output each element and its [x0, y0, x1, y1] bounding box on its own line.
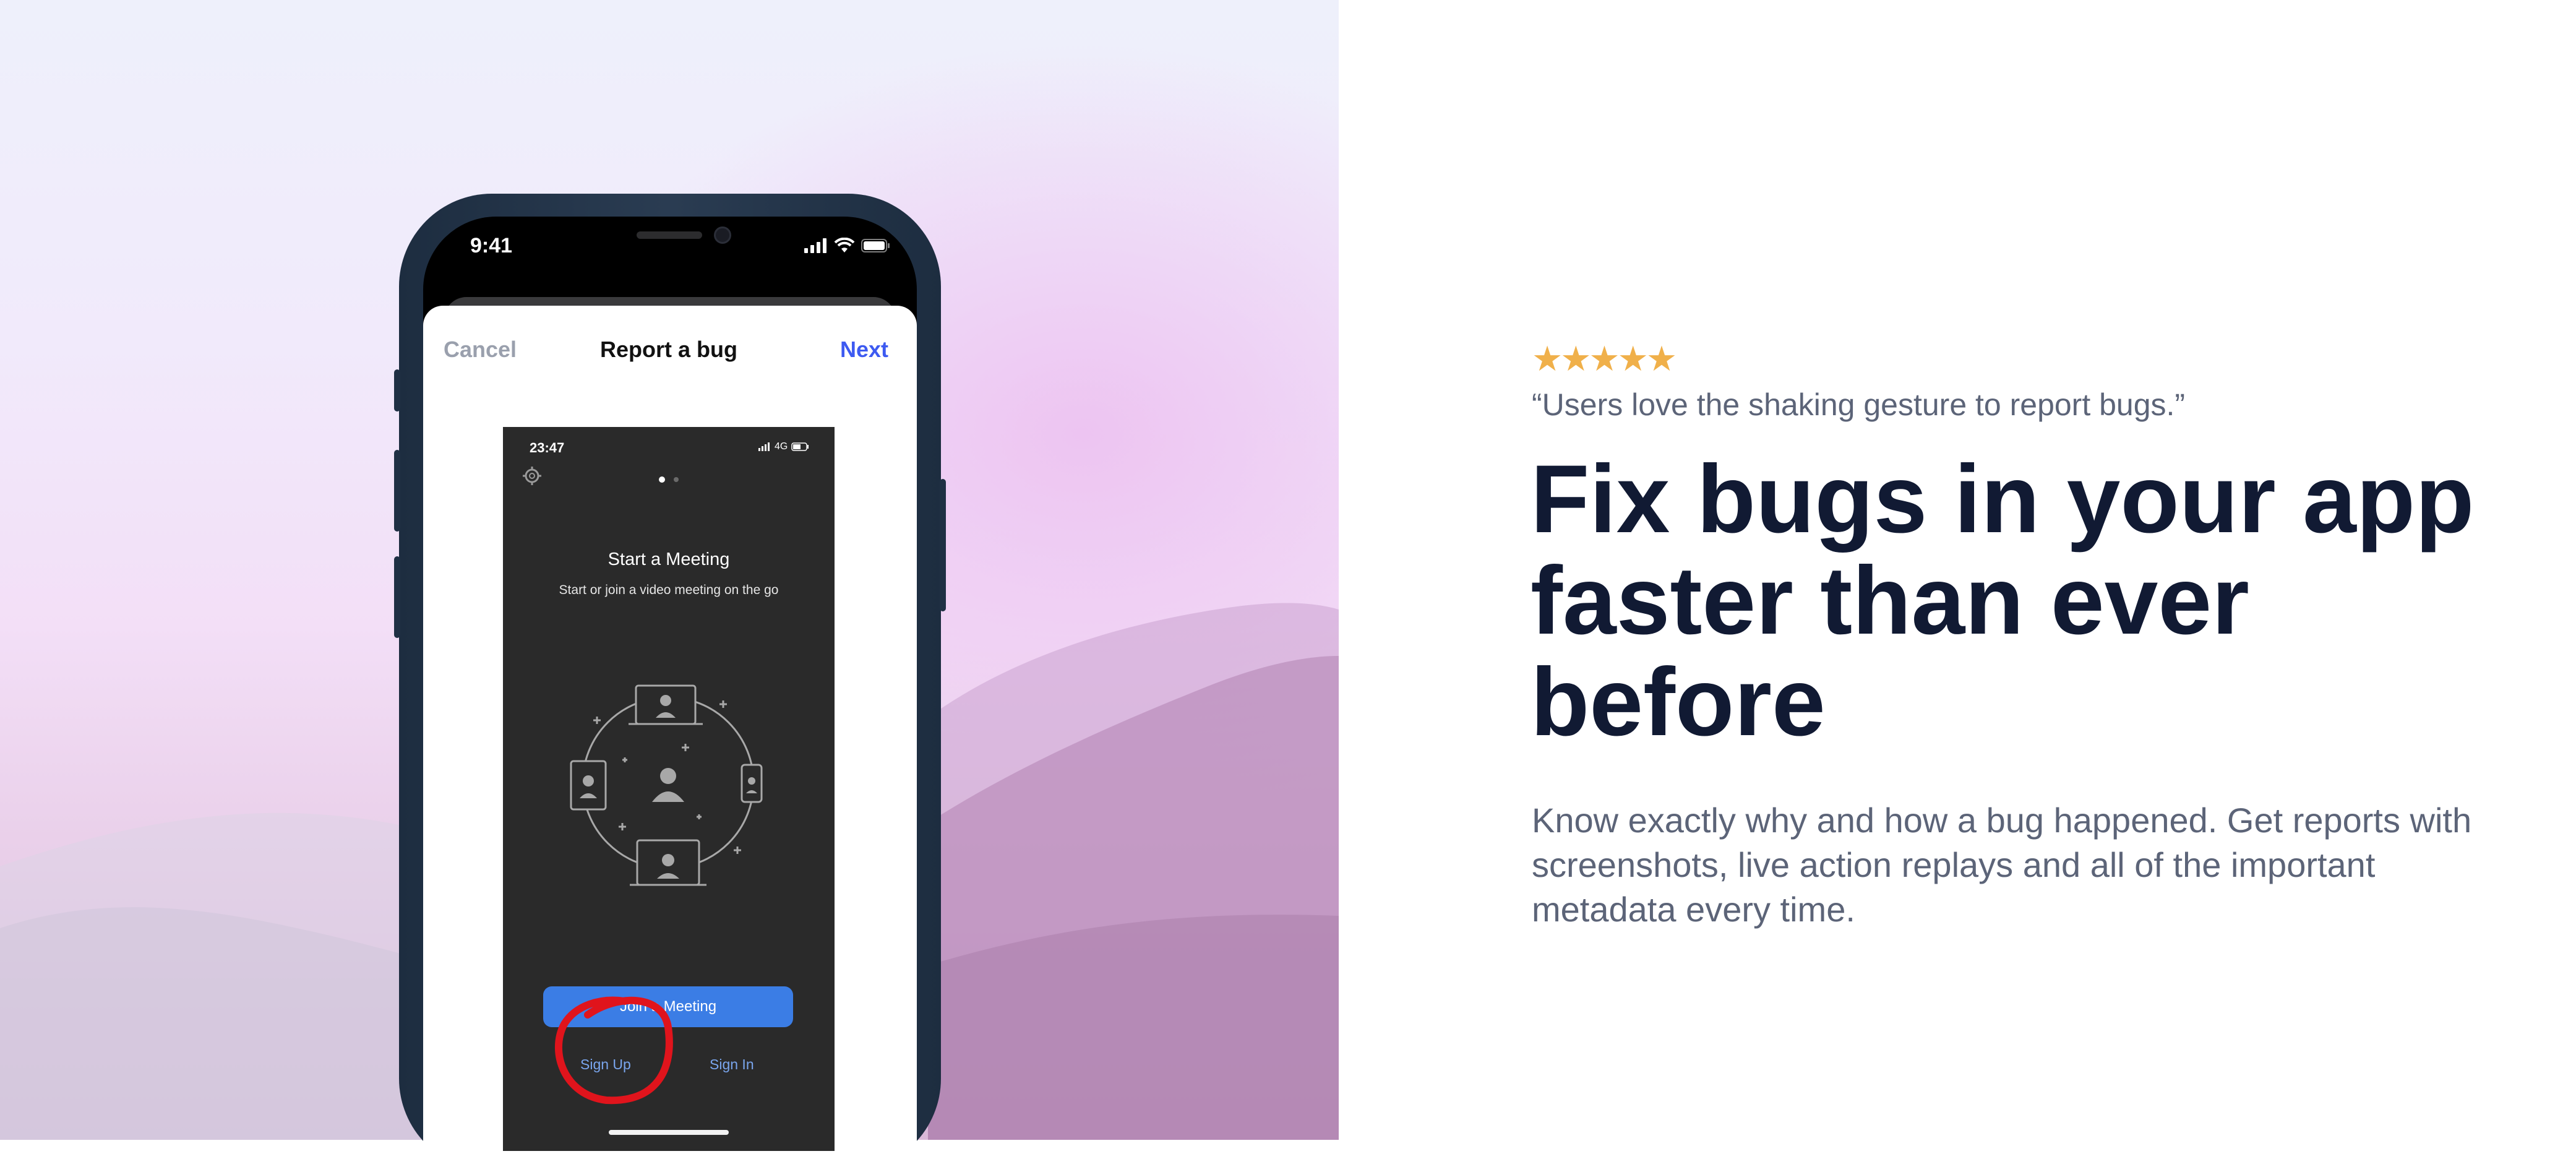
cancel-button[interactable]: Cancel	[444, 337, 517, 363]
phone-side-button	[394, 369, 400, 411]
status-bar-icons	[804, 238, 891, 254]
join-meeting-button[interactable]: Join a Meeting	[543, 986, 793, 1027]
home-indicator	[609, 1130, 729, 1135]
sign-up-link[interactable]: Sign Up	[580, 1056, 631, 1073]
signal-icon	[758, 442, 770, 451]
phone-power-button	[940, 479, 946, 611]
screenshot-subtitle: Start or join a video meeting on the go	[559, 583, 779, 597]
front-camera	[714, 226, 731, 244]
battery-icon	[791, 442, 809, 451]
sign-in-link[interactable]: Sign In	[710, 1056, 754, 1073]
sheet-title: Report a bug	[600, 337, 737, 362]
battery-icon	[861, 239, 890, 252]
screenshot-title: Start a Meeting	[608, 549, 730, 569]
page-description: Know exactly why and how a bug happened.…	[1532, 801, 2472, 929]
speaker-grille	[637, 231, 702, 239]
attached-screenshot[interactable]	[503, 427, 835, 1151]
status-bar-time: 9:41	[470, 234, 513, 257]
screenshot-status-icons: 4G	[758, 441, 810, 452]
network-type: 4G	[775, 441, 788, 452]
phone-volume-down-button	[394, 556, 400, 638]
next-button[interactable]: Next	[840, 337, 888, 363]
wifi-icon	[834, 238, 855, 252]
phone-notch	[536, 217, 803, 261]
testimonial-quote: “Users love the shaking gesture to repor…	[1532, 387, 2186, 422]
page-headline: Fix bugs in your app faster than ever be…	[1531, 446, 2475, 756]
signal-icon	[804, 238, 826, 253]
phone-volume-up-button	[394, 450, 400, 532]
screenshot-status-time: 23:47	[530, 440, 565, 455]
rating-stars: ★★★★★	[1532, 339, 1677, 378]
